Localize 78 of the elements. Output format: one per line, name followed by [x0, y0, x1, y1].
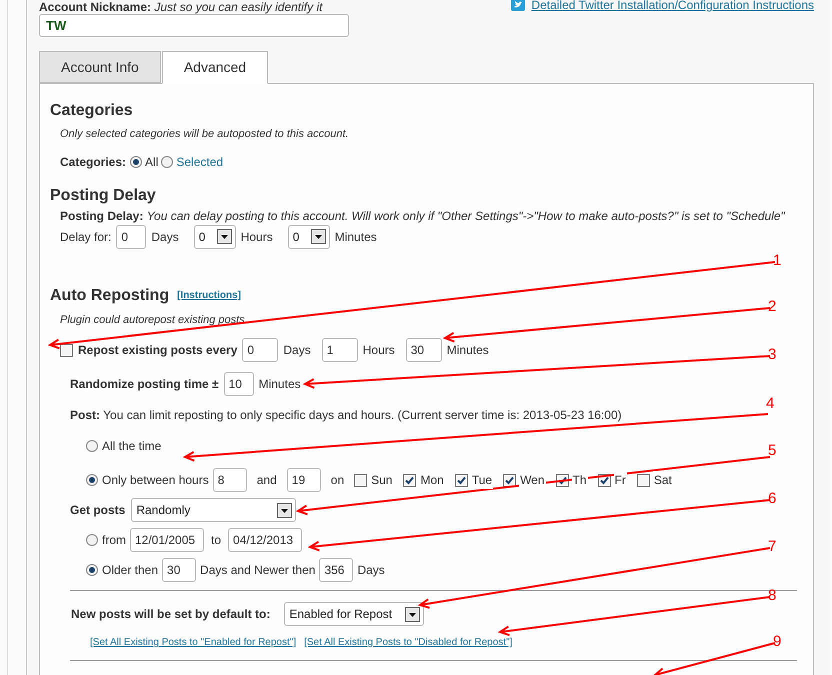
unit-label: Minutes [258, 376, 301, 393]
checkbox[interactable] [503, 474, 516, 486]
connector-label: on [330, 472, 344, 489]
section-title: Auto Reposting [50, 286, 170, 306]
field-label: Delay for: [60, 228, 112, 246]
checkbox[interactable] [354, 474, 368, 486]
unit-label: Days [151, 228, 179, 246]
connector-label: to [211, 532, 222, 549]
field-label: New posts will be set by default to: [71, 606, 270, 623]
annotation-number: 4 [766, 395, 774, 412]
section-note: Only selected categories will be autoposted to this account. [60, 128, 349, 140]
dropdown[interactable]: Enabled for Repost [284, 602, 424, 626]
input-field[interactable]: 0 [116, 224, 146, 248]
connector-label: and [256, 472, 277, 489]
annotation-number: 2 [768, 298, 776, 315]
field-label: Account Nickname: Just so you can easily identify it [39, 0, 322, 14]
input-field[interactable]: TW [39, 14, 349, 37]
input-field[interactable]: 10 [224, 372, 254, 396]
dropdown[interactable]: 0 [194, 224, 236, 248]
tab[interactable]: Advanced [162, 51, 268, 84]
option-label: All [145, 154, 158, 170]
field-label: Categories: [60, 154, 126, 170]
instructions-link[interactable]: [Instructions] [177, 288, 241, 303]
annotation-number: 3 [768, 346, 776, 363]
unit-label: Hours [362, 342, 395, 359]
unit-label: Minutes [446, 342, 489, 359]
input-field[interactable]: 12/01/2005 [130, 528, 204, 552]
section-title: Posting Delay [50, 186, 157, 206]
connector-label: Days and Newer then [200, 562, 316, 579]
option-label: All the time [102, 438, 162, 455]
caret-icon [310, 229, 326, 244]
checkbox[interactable] [454, 474, 468, 486]
radio-button[interactable] [86, 440, 98, 452]
input-field[interactable]: 04/12/2013 [228, 528, 302, 552]
unit-label: Days [357, 562, 385, 579]
radio-button[interactable] [130, 156, 142, 168]
unit-label: Minutes [334, 228, 377, 246]
input-field[interactable]: 30 [162, 558, 196, 582]
input-field[interactable]: 19 [286, 468, 321, 492]
input-field[interactable]: 0 [242, 338, 278, 362]
input-field[interactable]: 8 [212, 468, 247, 492]
set-all-link[interactable]: [Set All Existing Posts to "Disabled for Repost"] [304, 635, 512, 650]
caret-icon [405, 606, 420, 622]
radio-button[interactable] [86, 564, 98, 576]
radio-button[interactable] [86, 474, 98, 486]
input-field[interactable]: 356 [319, 558, 354, 582]
caret-icon [216, 229, 232, 244]
annotation-number: 6 [768, 490, 776, 507]
annotation-number: 5 [768, 442, 776, 459]
section-note: Plugin could autorepost existing posts [60, 314, 245, 326]
field-label: Randomize posting time ± [70, 376, 219, 393]
annotation-number: 1 [773, 252, 782, 269]
input-field[interactable]: 1 [322, 338, 358, 362]
annotation-number: 7 [768, 538, 776, 555]
unit-label: Days [283, 342, 311, 359]
option-label: Older then [102, 562, 158, 579]
option-label: Selected [176, 154, 224, 170]
dropdown[interactable]: 0 [288, 224, 330, 248]
dropdown[interactable]: Randomly [131, 498, 296, 522]
radio-button[interactable] [161, 156, 174, 168]
radio-button[interactable] [86, 534, 98, 546]
checkbox[interactable] [60, 344, 73, 356]
option-label: from [102, 532, 126, 549]
checkbox[interactable] [636, 474, 650, 486]
tab[interactable]: Account Info [39, 51, 161, 83]
field-label: Get posts [70, 502, 126, 519]
input-field[interactable]: 30 [406, 338, 442, 362]
option-label: Only between hours [102, 472, 209, 489]
set-all-link[interactable]: [Set All Existing Posts to "Enabled for Repost"] [90, 635, 296, 650]
section-title: Categories [50, 101, 134, 121]
annotation-number: 9 [773, 633, 782, 650]
section-note: Post: You can limit reposting to only specific days and hours. (Current server time is: 2013-05-23 16:00) [70, 408, 622, 422]
unit-label: Hours [240, 228, 273, 246]
checkbox[interactable] [403, 474, 416, 486]
instructions-link[interactable]: Detailed Twitter Installation/Configuration Instructions [531, 0, 814, 14]
field-label: Repost existing posts every [78, 342, 238, 359]
section-note: Posting Delay: You can delay posting to this account. Will work only if "Other Settings"->"How to make auto-posts?" is set to "Schedule" [60, 208, 785, 222]
caret-icon [277, 502, 292, 518]
